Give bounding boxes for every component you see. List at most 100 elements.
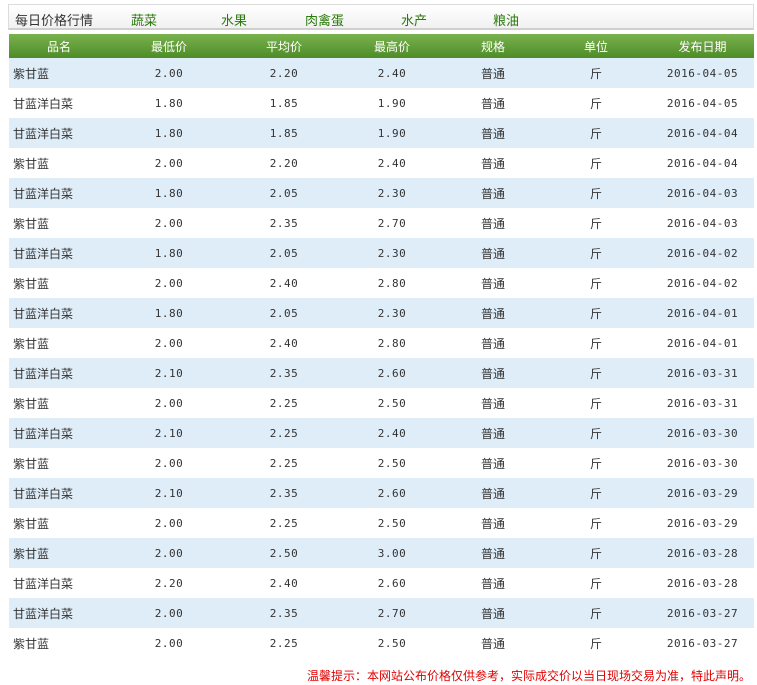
cell-min-price: 2.00 [109, 538, 229, 568]
tab-vegetables[interactable]: 蔬菜 [131, 10, 157, 29]
cell-spec: 普通 [445, 208, 541, 238]
table-row: 甘蓝洋白菜 1.80 1.85 1.90 普通斤 2016-04-05 [9, 88, 754, 118]
cell-spec: 普通 [445, 478, 541, 508]
cell-min-price: 1.80 [109, 238, 229, 268]
cell-min-price: 2.00 [109, 598, 229, 628]
cell-min-price: 1.80 [109, 178, 229, 208]
cell-name: 甘蓝洋白菜 [9, 238, 109, 268]
cell-avg-price: 1.85 [229, 88, 339, 118]
cell-spec: 普通 [445, 238, 541, 268]
cell-min-price: 2.00 [109, 508, 229, 538]
cell-unit: 斤 [541, 148, 651, 178]
cell-min-price: 2.20 [109, 568, 229, 598]
cell-unit: 斤 [541, 298, 651, 328]
cell-avg-price: 2.05 [229, 178, 339, 208]
tab-meat-poultry-eggs[interactable]: 肉禽蛋 [305, 10, 344, 29]
cell-avg-price: 2.25 [229, 448, 339, 478]
cell-max-price: 2.40 [339, 58, 445, 88]
tab-grain-oil[interactable]: 粮油 [493, 10, 519, 29]
cell-avg-price: 1.85 [229, 118, 339, 148]
cell-unit: 斤 [541, 88, 651, 118]
cell-spec: 普通 [445, 88, 541, 118]
cell-min-price: 2.00 [109, 148, 229, 178]
cell-spec: 普通 [445, 298, 541, 328]
cell-date: 2016-04-01 [651, 328, 754, 358]
cell-unit: 斤 [541, 448, 651, 478]
table-row: 甘蓝洋白菜 2.20 2.40 2.60 普通斤 2016-03-28 [9, 568, 754, 598]
table-row: 紫甘蓝 2.00 2.50 3.00 普通斤 2016-03-28 [9, 538, 754, 568]
table-row: 紫甘蓝 2.00 2.35 2.70 普通斤 2016-04-03 [9, 208, 754, 238]
cell-date: 2016-03-28 [651, 568, 754, 598]
table-header-row: 品名 最低价 平均价 最高价 规格 单位 发布日期 [9, 34, 754, 58]
table-row: 甘蓝洋白菜 1.80 1.85 1.90 普通斤 2016-04-04 [9, 118, 754, 148]
cell-max-price: 2.80 [339, 268, 445, 298]
cell-min-price: 2.00 [109, 208, 229, 238]
cell-unit: 斤 [541, 178, 651, 208]
cell-min-price: 2.10 [109, 418, 229, 448]
cell-date: 2016-04-05 [651, 58, 754, 88]
cell-name: 甘蓝洋白菜 [9, 118, 109, 148]
cell-spec: 普通 [445, 418, 541, 448]
tab-daily-prices[interactable]: 每日价格行情 [15, 10, 93, 29]
cell-min-price: 1.80 [109, 88, 229, 118]
cell-max-price: 1.90 [339, 118, 445, 148]
cell-date: 2016-04-05 [651, 88, 754, 118]
col-header-min-price: 最低价 [109, 34, 229, 58]
cell-unit: 斤 [541, 328, 651, 358]
cell-spec: 普通 [445, 538, 541, 568]
cell-date: 2016-03-31 [651, 358, 754, 388]
cell-avg-price: 2.40 [229, 268, 339, 298]
cell-unit: 斤 [541, 358, 651, 388]
cell-min-price: 2.00 [109, 268, 229, 298]
cell-unit: 斤 [541, 598, 651, 628]
cell-date: 2016-03-31 [651, 388, 754, 418]
cell-avg-price: 2.20 [229, 148, 339, 178]
table-row: 甘蓝洋白菜 1.80 2.05 2.30 普通斤 2016-04-01 [9, 298, 754, 328]
cell-max-price: 3.00 [339, 538, 445, 568]
cell-unit: 斤 [541, 478, 651, 508]
cell-avg-price: 2.40 [229, 328, 339, 358]
tab-aquatic-products[interactable]: 水产 [401, 10, 427, 29]
cell-max-price: 2.50 [339, 508, 445, 538]
cell-spec: 普通 [445, 448, 541, 478]
cell-max-price: 2.40 [339, 418, 445, 448]
cell-spec: 普通 [445, 268, 541, 298]
cell-name: 紫甘蓝 [9, 208, 109, 238]
cell-avg-price: 2.35 [229, 358, 339, 388]
cell-name: 紫甘蓝 [9, 58, 109, 88]
table-row: 紫甘蓝 2.00 2.40 2.80 普通斤 2016-04-02 [9, 268, 754, 298]
cell-name: 紫甘蓝 [9, 448, 109, 478]
cell-date: 2016-03-30 [651, 418, 754, 448]
category-tab-bar: 每日价格行情 蔬菜 水果 肉禽蛋 水产 粮油 [8, 4, 754, 30]
cell-spec: 普通 [445, 628, 541, 658]
col-header-spec: 规格 [445, 34, 541, 58]
tab-fruits[interactable]: 水果 [221, 10, 247, 29]
cell-name: 甘蓝洋白菜 [9, 568, 109, 598]
cell-max-price: 2.80 [339, 328, 445, 358]
cell-date: 2016-03-30 [651, 448, 754, 478]
cell-avg-price: 2.25 [229, 628, 339, 658]
cell-avg-price: 2.40 [229, 568, 339, 598]
cell-unit: 斤 [541, 538, 651, 568]
cell-spec: 普通 [445, 178, 541, 208]
cell-max-price: 2.50 [339, 388, 445, 418]
col-header-date: 发布日期 [651, 34, 754, 58]
cell-avg-price: 2.35 [229, 208, 339, 238]
cell-date: 2016-03-27 [651, 598, 754, 628]
cell-max-price: 2.30 [339, 238, 445, 268]
cell-max-price: 2.70 [339, 208, 445, 238]
cell-avg-price: 2.25 [229, 418, 339, 448]
cell-date: 2016-04-02 [651, 268, 754, 298]
cell-spec: 普通 [445, 58, 541, 88]
cell-min-price: 2.10 [109, 478, 229, 508]
cell-unit: 斤 [541, 268, 651, 298]
cell-name: 甘蓝洋白菜 [9, 88, 109, 118]
cell-name: 紫甘蓝 [9, 148, 109, 178]
cell-spec: 普通 [445, 328, 541, 358]
cell-min-price: 2.10 [109, 358, 229, 388]
cell-max-price: 2.60 [339, 358, 445, 388]
cell-spec: 普通 [445, 358, 541, 388]
cell-avg-price: 2.20 [229, 58, 339, 88]
cell-avg-price: 2.50 [229, 538, 339, 568]
cell-unit: 斤 [541, 58, 651, 88]
